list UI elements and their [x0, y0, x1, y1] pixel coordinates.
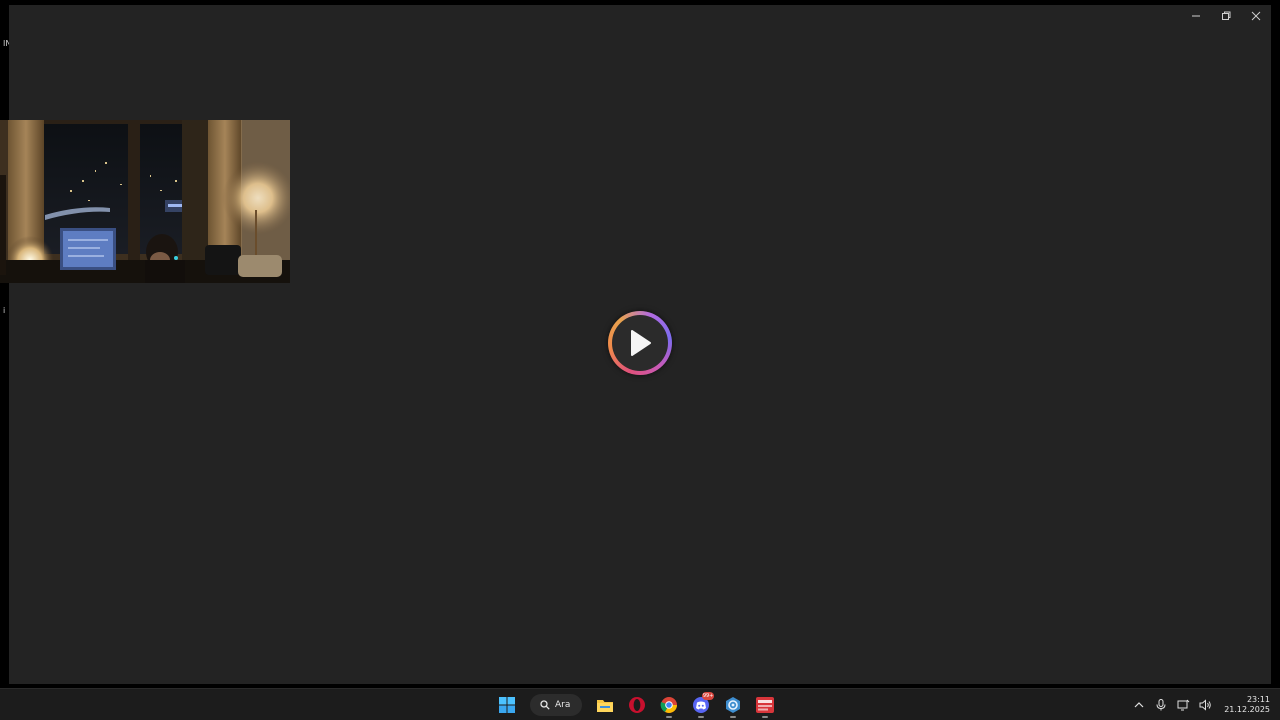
desktop-screen: IN i Ara 99+ 23:11 21.12.2025: [0, 0, 1280, 720]
volume-icon: [1199, 699, 1211, 711]
clock-time: 23:11: [1246, 695, 1270, 704]
taskbar: Ara 99+ 23:11 21.12.2025: [0, 688, 1280, 720]
webcam-overlay[interactable]: [0, 120, 290, 283]
tray-network[interactable]: [1176, 698, 1190, 712]
window-controls: [1181, 5, 1271, 27]
close-button[interactable]: [1241, 5, 1271, 27]
play-icon: [631, 330, 651, 356]
opera-icon: [629, 697, 646, 713]
tray-volume[interactable]: [1198, 698, 1212, 712]
tray-microphone[interactable]: [1154, 698, 1168, 712]
taskbar-opera[interactable]: [624, 692, 650, 718]
minimize-icon: [1192, 15, 1200, 17]
discord-notification-badge: 99+: [701, 692, 715, 700]
edge-label-bottom: i: [3, 306, 6, 315]
file-explorer-icon: [597, 700, 614, 712]
taskbar-video-writer[interactable]: [752, 692, 778, 718]
search-label: Ara: [555, 700, 571, 710]
minimize-button[interactable]: [1181, 5, 1211, 27]
webcam-feed: [0, 120, 290, 283]
restore-button[interactable]: [1211, 5, 1241, 27]
taskbar-search[interactable]: Ara: [530, 694, 583, 716]
running-indicator: [730, 716, 737, 718]
clock-date: 21.12.2025: [1224, 705, 1270, 714]
taskbar-file-explorer[interactable]: [592, 692, 618, 718]
chevron-up-icon: [1134, 702, 1144, 708]
app-settings-icon: [726, 697, 741, 713]
start-button[interactable]: [494, 692, 520, 718]
video-writer-icon: [756, 697, 775, 713]
play-button[interactable]: [608, 311, 672, 375]
chrome-icon: [660, 697, 678, 713]
close-icon: [1251, 11, 1261, 21]
tray-overflow-button[interactable]: [1132, 698, 1146, 712]
running-indicator: [762, 716, 769, 718]
taskbar-clock[interactable]: 23:11 21.12.2025: [1224, 695, 1270, 715]
taskbar-apps: Ara 99+: [494, 689, 778, 720]
running-indicator: [698, 716, 705, 718]
network-icon: [1177, 699, 1190, 711]
windows-start-icon: [499, 697, 515, 713]
running-indicator: [666, 716, 673, 718]
taskbar-settings-app[interactable]: [720, 692, 746, 718]
search-icon: [540, 700, 550, 710]
play-button-inner: [612, 315, 668, 371]
taskbar-chrome[interactable]: [656, 692, 682, 718]
microphone-icon: [1156, 699, 1166, 711]
system-tray: 23:11 21.12.2025: [1132, 689, 1270, 720]
media-player-window[interactable]: [9, 5, 1271, 684]
restore-icon: [1222, 11, 1231, 20]
taskbar-discord[interactable]: 99+: [688, 692, 715, 718]
